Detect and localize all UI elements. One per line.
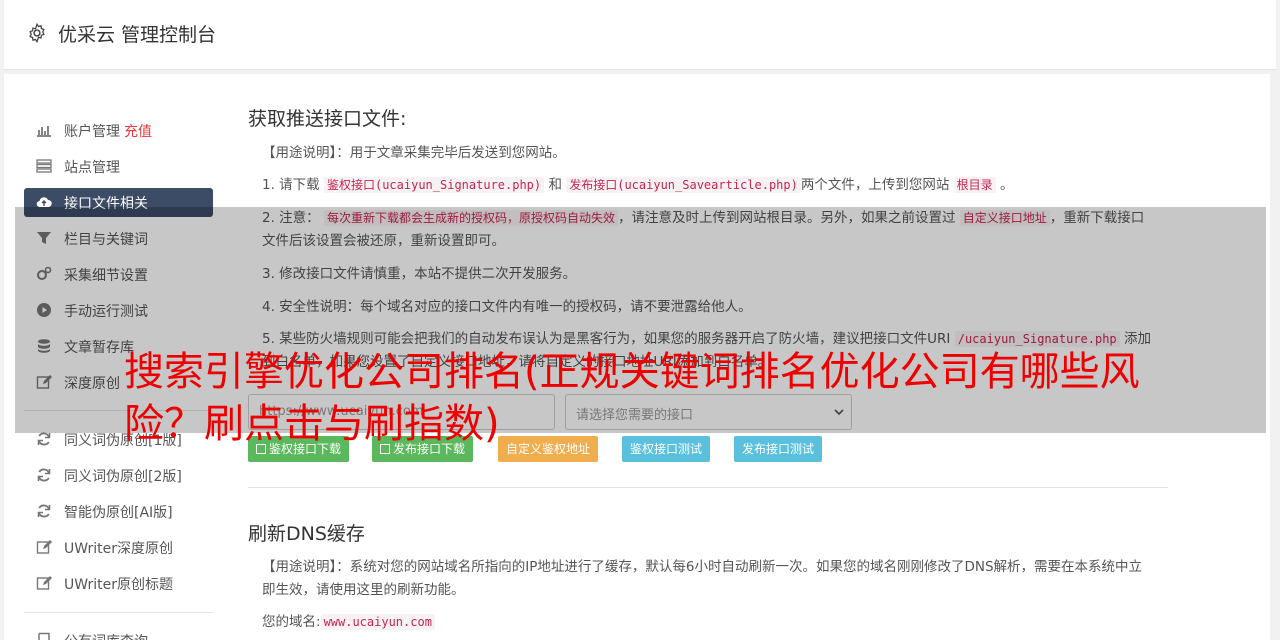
sidebar-item-uwriter-deep[interactable]: UWriter深度原创 bbox=[24, 533, 213, 562]
edit-icon bbox=[36, 540, 52, 554]
sidebar-item-public-lexicon[interactable]: 公有词库查询 bbox=[24, 626, 213, 640]
domain-value: www.ucaiyun.com bbox=[320, 614, 435, 630]
sidebar-item-label: UWriter原创标题 bbox=[64, 577, 173, 593]
bar-chart-icon bbox=[37, 126, 51, 137]
recharge-link[interactable]: 充值 bbox=[124, 124, 152, 140]
code-sign-file: 鉴权接口(ucaiyun_Signature.php) bbox=[323, 177, 545, 193]
dns-usage-note: 【用途说明】：系统对您的网站域名所指向的IP地址进行了缓存，默认每6小时自动刷新… bbox=[262, 556, 1154, 602]
domain-label: 您的域名: bbox=[262, 614, 321, 630]
interface-usage-note: 【用途说明】：用于文章采集完毕后发送到您网站。 bbox=[262, 142, 1154, 165]
sidebar-item-label: 同义词伪原创[2版] bbox=[64, 469, 182, 485]
gear-icon[interactable] bbox=[26, 22, 48, 44]
sidebar-item-smart-ai[interactable]: 智能伪原创[AI版] bbox=[24, 497, 213, 526]
sidebar-item-synonym-v2[interactable]: 同义词伪原创[2版] bbox=[24, 461, 213, 490]
usage-label: 【用途说明】 bbox=[262, 559, 337, 575]
instruction-text: 和 bbox=[548, 177, 562, 193]
sidebar-item-sites[interactable]: 站点管理 bbox=[24, 152, 213, 181]
console-title: 优采云 管理控制台 bbox=[58, 24, 217, 46]
usage-label: 【用途说明】 bbox=[262, 145, 337, 161]
refresh-icon bbox=[37, 504, 51, 518]
sidebar-item-label: 账户管理 bbox=[64, 124, 120, 140]
usage-text: ：用于文章采集完毕后发送到您网站。 bbox=[336, 145, 566, 161]
sidebar-divider bbox=[24, 612, 213, 613]
list-icon bbox=[36, 159, 52, 173]
sidebar-item-label: UWriter深度原创 bbox=[64, 541, 173, 557]
sidebar-item-uwriter-title[interactable]: UWriter原创标题 bbox=[24, 569, 213, 598]
refresh-icon bbox=[37, 468, 51, 482]
code-publish-file: 发布接口(ucaiyun_Savearticle.php) bbox=[566, 177, 801, 193]
interface-section-title: 获取推送接口文件: bbox=[248, 108, 407, 130]
instruction-1: 1. 请下载 鉴权接口(ucaiyun_Signature.php) 和 发布接… bbox=[262, 174, 1154, 197]
sidebar-item-label: 公有词库查询 bbox=[64, 631, 148, 640]
dns-domain-row: 您的域名: www.ucaiyun.com bbox=[262, 611, 1154, 634]
sidebar-item-label: 站点管理 bbox=[64, 160, 120, 176]
usage-text: ：系统对您的网站域名所指向的IP地址进行了缓存，默认每6小时自动刷新一次。如果您… bbox=[262, 559, 1143, 598]
instruction-text: 。 bbox=[999, 177, 1014, 193]
top-bar: 优采云 管理控制台 bbox=[4, 0, 1276, 70]
sidebar-item-label: 智能伪原创[AI版] bbox=[64, 505, 173, 521]
overlay-headline: 搜索引擎优化公司排名(正规关键词排名优化公司有哪些风险？刷点击与刷指数) bbox=[124, 349, 1140, 447]
sidebar-item-account[interactable]: 账户管理 充值 bbox=[24, 116, 213, 145]
code-root-dir: 根目录 bbox=[953, 177, 996, 193]
book-icon bbox=[38, 632, 50, 640]
refresh-icon bbox=[37, 432, 51, 446]
edit-icon bbox=[36, 576, 52, 590]
dns-section-title: 刷新DNS缓存 bbox=[248, 523, 365, 545]
instruction-text: 1. 请下载 bbox=[262, 177, 320, 193]
instruction-text: 两个文件，上传到您网站 bbox=[800, 177, 950, 193]
scrollbar[interactable] bbox=[1270, 74, 1276, 640]
section-divider bbox=[248, 487, 1168, 488]
